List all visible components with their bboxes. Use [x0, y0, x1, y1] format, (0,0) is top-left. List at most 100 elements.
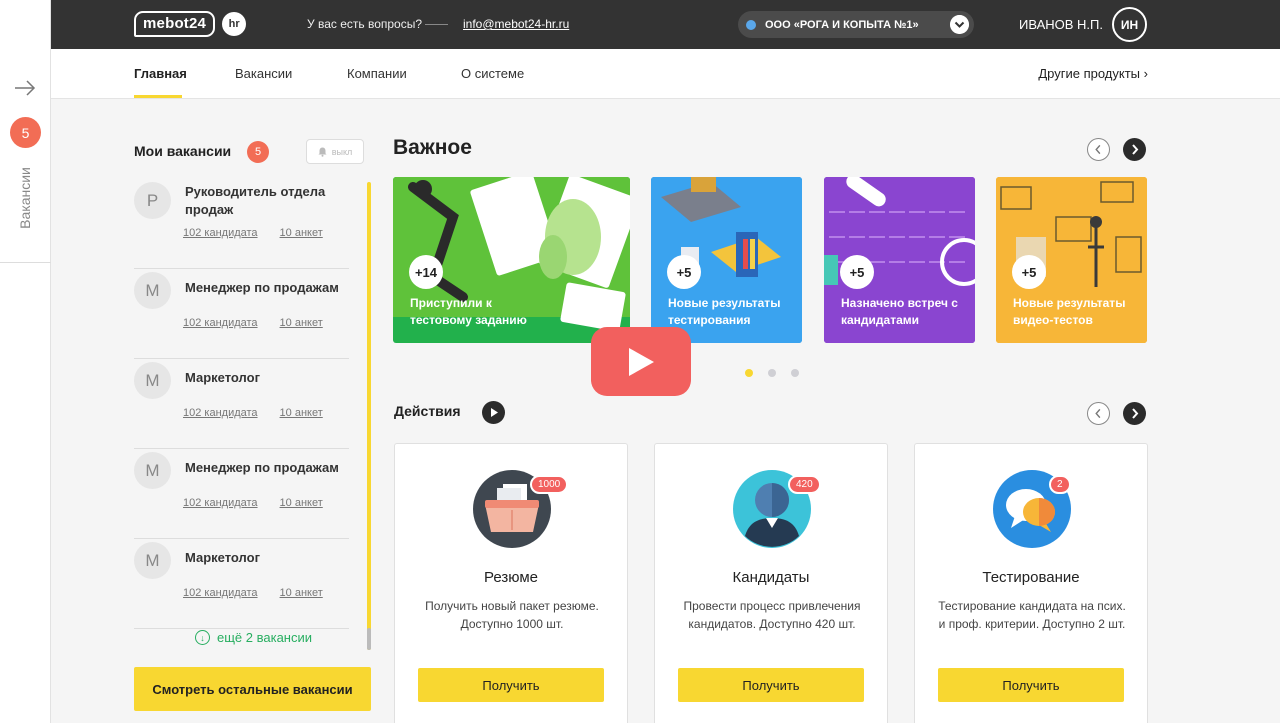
list-item[interactable]: М Маркетолог 102 кандидата 10 анкет	[134, 539, 349, 629]
prev-arrow-icon[interactable]	[1087, 402, 1110, 425]
vacancy-forms-link[interactable]: 10 анкет	[280, 497, 323, 509]
active-tab-indicator	[134, 95, 182, 98]
action-card-badge: 420	[788, 475, 821, 494]
list-item[interactable]: М Менеджер по продажам 102 кандидата 10 а…	[134, 449, 349, 539]
tab-main[interactable]: Главная	[134, 66, 187, 81]
vacancy-avatar: Р	[134, 182, 171, 219]
rail-label-wrapper[interactable]: Вакансии	[2, 158, 48, 238]
important-card-text: Новые результаты видео-тестов	[1013, 296, 1126, 327]
logo-text: mebot24	[134, 11, 216, 37]
actions-title: Действия	[394, 403, 461, 419]
list-item[interactable]: Р Руководитель отдела продаж 102 кандида…	[134, 179, 349, 269]
vacancy-forms-link[interactable]: 10 анкет	[280, 407, 323, 419]
company-selector[interactable]: ООО «РОГА И КОПЫТА №1»	[738, 11, 974, 38]
important-card-text: Назначено встреч с кандидатами	[841, 296, 958, 327]
list-item[interactable]: М Менеджер по продажам 102 кандидата 10 а…	[134, 269, 349, 359]
notifications-toggle[interactable]: выкл	[306, 139, 364, 164]
vacancy-forms-link[interactable]: 10 анкет	[280, 227, 323, 239]
carousel-dot[interactable]	[791, 369, 799, 377]
vacancy-avatar: М	[134, 542, 171, 579]
support-email-link[interactable]: info@mebot24-hr.ru	[463, 17, 569, 31]
action-card-badge: 1000	[530, 475, 569, 494]
action-card-resume: 1000 Резюме Получить новый пакет резюме.…	[394, 443, 628, 723]
company-name: ООО «РОГА И КОПЫТА №1»	[765, 18, 919, 31]
user-avatar[interactable]: ИН	[1112, 7, 1147, 42]
important-card-text: Приступили к тестовому заданию	[410, 296, 527, 327]
important-card-meetings[interactable]: +5 Назначено встреч с кандидатами	[824, 177, 975, 343]
notifications-toggle-label: выкл	[331, 146, 353, 157]
prev-arrow-icon[interactable]	[1087, 138, 1110, 161]
action-card-desc-line: Получить новый пакет резюме.	[425, 599, 599, 613]
action-card-desc-line: Провести процесс привлечения	[683, 599, 861, 613]
chevron-down-icon	[950, 15, 969, 34]
vacancy-candidates-link[interactable]: 102 кандидата	[183, 497, 258, 509]
vacancy-stats: 102 кандидата 10 анкет	[183, 497, 345, 509]
rail-divider	[0, 262, 51, 263]
vacancy-forms-link[interactable]: 10 анкет	[280, 587, 323, 599]
vacancy-candidates-link[interactable]: 102 кандидата	[183, 407, 258, 419]
vacancy-candidates-link[interactable]: 102 кандидата	[183, 227, 258, 239]
next-arrow-icon[interactable]	[1123, 402, 1146, 425]
important-card-count: +5	[667, 255, 701, 289]
get-testing-button[interactable]: Получить	[938, 668, 1124, 702]
important-card-test-task[interactable]: +14 Приступили к тестовому заданию	[393, 177, 630, 343]
important-card-text: Новые результаты тестирования	[668, 296, 781, 327]
rail-vacancy-count: 5	[10, 117, 41, 148]
important-card-count: +5	[1012, 255, 1046, 289]
action-card-name: Резюме	[484, 569, 538, 586]
vacancy-title: Менеджер по продажам	[185, 460, 339, 475]
tab-companies[interactable]: Компании	[347, 66, 407, 81]
vacancy-list-scrollbar[interactable]	[367, 182, 371, 650]
actions-play-icon[interactable]	[482, 401, 505, 424]
vacancy-stats: 102 кандидата 10 анкет	[183, 227, 345, 239]
get-resume-button[interactable]: Получить	[418, 668, 604, 702]
user-name[interactable]: ИВАНОВ Н.П.	[1019, 17, 1103, 32]
important-card-test-results[interactable]: +5 Новые результаты тестирования	[651, 177, 802, 343]
support-dash	[425, 24, 448, 25]
play-icon	[629, 347, 654, 376]
vacancy-stats: 102 кандидата 10 анкет	[183, 317, 345, 329]
get-candidates-button[interactable]: Получить	[678, 668, 864, 702]
vacancy-title: Руководитель отдела продаж	[185, 184, 326, 217]
more-vacancies-link[interactable]: ↓ ещё 2 вакансии	[195, 630, 312, 645]
chevron-right-icon: ›	[1143, 66, 1148, 81]
see-all-vacancies-button[interactable]: Смотреть остальные вакансии	[134, 667, 371, 711]
action-card-desc: Тестирование кандидата на псих. и проф. к…	[927, 597, 1137, 633]
carousel-dot[interactable]	[768, 369, 776, 377]
action-card-name: Тестирование	[982, 569, 1080, 586]
action-card-desc: Получить новый пакет резюме. Доступно 100…	[407, 597, 617, 633]
vacancy-list: Р Руководитель отдела продаж 102 кандида…	[134, 179, 349, 629]
support-question: У вас есть вопросы?	[307, 17, 423, 31]
vacancy-avatar: М	[134, 272, 171, 309]
action-card-testing: 2 Тестирование Тестирование кандидата на…	[914, 443, 1148, 723]
arrow-right-icon[interactable]	[14, 78, 36, 98]
vacancy-avatar: М	[134, 452, 171, 489]
vacancy-forms-link[interactable]: 10 анкет	[280, 317, 323, 329]
action-card-candidates: 420 Кандидаты Провести процесс привлечен…	[654, 443, 888, 723]
rail-label[interactable]: Вакансии	[17, 167, 33, 229]
carousel-dot[interactable]	[745, 369, 753, 377]
company-status-dot	[746, 19, 756, 30]
important-card-count: +5	[840, 255, 874, 289]
left-rail: 5 Вакансии	[0, 0, 51, 723]
vacancy-avatar: М	[134, 362, 171, 399]
list-item[interactable]: М Маркетолог 102 кандидата 10 анкет	[134, 359, 349, 449]
tab-vacancies[interactable]: Вакансии	[235, 66, 292, 81]
my-vacancies-title: Мои вакансии	[134, 143, 232, 159]
video-play-button[interactable]	[591, 327, 691, 396]
my-vacancies-count: 5	[247, 141, 269, 163]
carousel-pagination	[745, 369, 799, 377]
main-nav: Главная Вакансии Компании О системе Друг…	[51, 49, 1280, 99]
vacancy-candidates-link[interactable]: 102 кандидата	[183, 587, 258, 599]
tab-about[interactable]: О системе	[461, 66, 524, 81]
vacancy-list-scrollbar-track[interactable]	[367, 628, 371, 650]
other-products-link[interactable]: Другие продукты ›	[1038, 66, 1148, 81]
bell-icon	[318, 147, 327, 157]
action-card-badge: 2	[1049, 475, 1071, 494]
action-card-desc-line: кандидатов. Доступно 420 шт.	[688, 617, 856, 631]
vacancy-candidates-link[interactable]: 102 кандидата	[183, 317, 258, 329]
logo[interactable]: mebot24 hr	[134, 11, 247, 37]
next-arrow-icon[interactable]	[1123, 138, 1146, 161]
important-card-video-tests[interactable]: +5 Новые результаты видео-тестов	[996, 177, 1147, 343]
important-title: Важное	[393, 136, 472, 159]
